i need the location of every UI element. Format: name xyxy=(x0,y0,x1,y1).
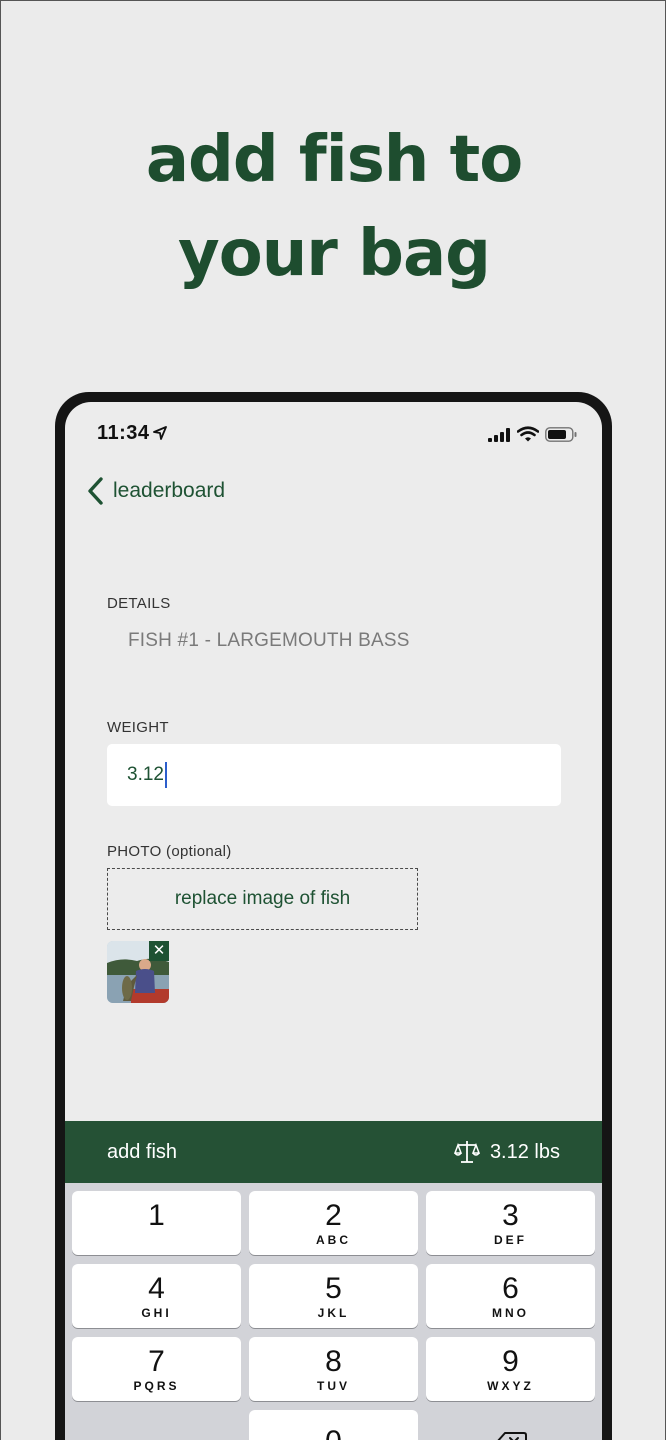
weight-label: WEIGHT xyxy=(107,719,169,736)
key-letters: WXYZ xyxy=(487,1379,534,1393)
replace-photo-label: replace image of fish xyxy=(174,888,351,909)
key-decimal[interactable]: . xyxy=(72,1410,241,1440)
chevron-left-icon xyxy=(88,477,103,505)
fish-details-value: FISH #1 - LARGEMOUTH BASS xyxy=(128,630,410,651)
key-digit: . xyxy=(153,1425,161,1440)
app-screen: 11:34 leaderboard DETAILS FISH #1 - LARG… xyxy=(65,402,602,1440)
key-1[interactable]: 1 xyxy=(72,1191,241,1255)
key-8[interactable]: 8 TUV xyxy=(249,1337,418,1401)
key-4[interactable]: 4 GHI xyxy=(72,1264,241,1328)
back-to-leaderboard-button[interactable]: leaderboard xyxy=(85,476,225,506)
backspace-icon xyxy=(496,1432,527,1440)
key-digit: 7 xyxy=(148,1345,165,1378)
key-9[interactable]: 9 WXYZ xyxy=(426,1337,595,1401)
weight-input[interactable]: 3.12 xyxy=(107,744,561,806)
total-weight: 3.12 lbs xyxy=(453,1139,560,1165)
key-digit: 0 xyxy=(325,1425,342,1440)
status-time: 11:34 xyxy=(97,422,150,444)
key-0[interactable]: 0 xyxy=(249,1410,418,1440)
key-letters: TUV xyxy=(317,1379,350,1393)
promo-headline: add fish to your bag xyxy=(1,113,666,301)
headline-line-1: add fish to xyxy=(145,123,523,197)
wifi-icon xyxy=(517,426,539,442)
photo-label: PHOTO (optional) xyxy=(107,843,232,860)
key-digit: 5 xyxy=(325,1272,342,1305)
key-letters: MNO xyxy=(492,1306,529,1320)
weight-input-value: 3.12 xyxy=(127,764,164,785)
back-label: leaderboard xyxy=(113,479,226,502)
key-letters: ABC xyxy=(316,1233,351,1247)
key-digit: 1 xyxy=(148,1199,165,1232)
key-2[interactable]: 2 ABC xyxy=(249,1191,418,1255)
key-digit: 9 xyxy=(502,1345,519,1378)
key-digit: 6 xyxy=(502,1272,519,1305)
phone-frame: 11:34 leaderboard DETAILS FISH #1 - LARG… xyxy=(55,392,612,1440)
key-5[interactable]: 5 JKL xyxy=(249,1264,418,1328)
key-3[interactable]: 3 DEF xyxy=(426,1191,595,1255)
key-7[interactable]: 7 PQRS xyxy=(72,1337,241,1401)
key-digit: 3 xyxy=(502,1199,519,1232)
key-digit: 8 xyxy=(325,1345,342,1378)
details-label: DETAILS xyxy=(107,595,171,612)
scale-icon xyxy=(453,1141,480,1163)
text-caret xyxy=(164,762,167,788)
add-fish-button[interactable]: add fish 3.12 lbs xyxy=(65,1121,602,1183)
key-letters: DEF xyxy=(494,1233,527,1247)
battery-icon xyxy=(545,427,577,442)
numeric-keypad: 1 2 ABC 3 DEF 4 GHI 5 JKL 6 MNO 7 PQRS 8 TUV 9W… xyxy=(65,1183,602,1440)
replace-photo-button[interactable]: replace image of fish xyxy=(107,868,418,930)
key-digit: 2 xyxy=(325,1199,342,1232)
location-arrow-icon xyxy=(153,426,167,440)
add-fish-label: add fish xyxy=(107,1140,178,1163)
headline-line-2: your bag xyxy=(178,217,491,291)
key-6[interactable]: 6 MNO xyxy=(426,1264,595,1328)
key-delete[interactable] xyxy=(426,1410,595,1440)
key-digit: 4 xyxy=(148,1272,165,1305)
remove-photo-button[interactable]: ✕ xyxy=(149,941,169,961)
key-letters: GHI xyxy=(141,1306,172,1320)
total-weight-value: 3.12 lbs xyxy=(489,1140,560,1163)
key-letters: PQRS xyxy=(133,1379,180,1393)
cellular-signal-icon xyxy=(488,428,510,442)
key-letters: JKL xyxy=(317,1306,350,1320)
status-bar: 11:34 xyxy=(65,402,602,462)
